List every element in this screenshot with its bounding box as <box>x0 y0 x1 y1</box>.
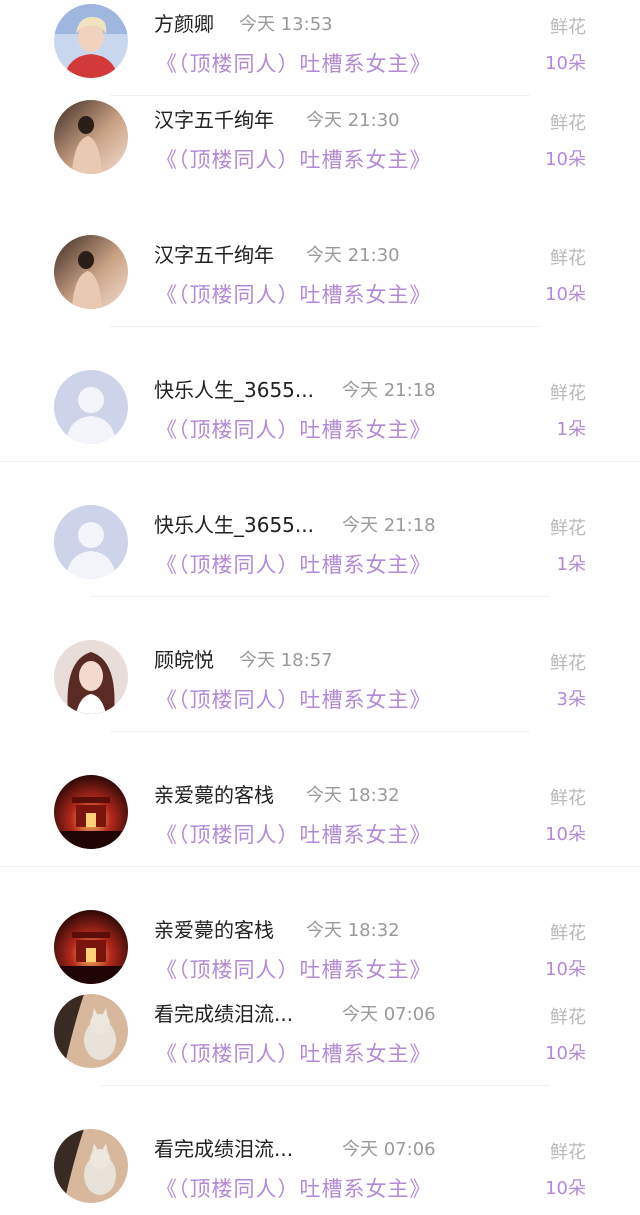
gift-time: 今天 18:32 <box>306 920 400 941</box>
gift-count: 10朵 <box>545 1178 586 1199</box>
gift-time: 今天 21:30 <box>306 110 400 131</box>
book-title-link[interactable]: 《（顶楼同人）吐槽系女主》 <box>156 684 432 714</box>
row-divider <box>100 1085 550 1086</box>
red-palace-avatar[interactable] <box>54 775 128 849</box>
gift-record-row[interactable]: 汉字五千绚年 今天 21:30 《（顶楼同人）吐槽系女主》 鲜花 10朵 <box>0 96 640 186</box>
warm-room-figure-avatar[interactable] <box>54 235 128 309</box>
gift-record-row[interactable]: 快乐人生_3655... 今天 21:18 《（顶楼同人）吐槽系女主》 鲜花 1… <box>0 366 640 462</box>
default-person-icon <box>54 370 128 444</box>
gift-record-row[interactable]: 看完成绩泪流... 今天 07:06 《（顶楼同人）吐槽系女主》 鲜花 10朵 <box>0 990 640 1086</box>
avatar-image <box>54 775 128 849</box>
book-title-link[interactable]: 《（顶楼同人）吐槽系女主》 <box>156 1038 432 1068</box>
cat-portrait-avatar[interactable] <box>54 1129 128 1203</box>
gift-time: 今天 13:53 <box>239 14 333 35</box>
user-name[interactable]: 顾皖悦 <box>154 644 214 673</box>
avatar-image <box>54 640 128 714</box>
avatar-image <box>54 100 128 174</box>
gift-type-label: 鲜花 <box>550 923 586 944</box>
gift-count: 1朵 <box>556 554 586 575</box>
gift-type-label: 鲜花 <box>550 383 586 404</box>
row-divider <box>0 866 640 867</box>
gift-type-label: 鲜花 <box>550 248 586 269</box>
avatar-image <box>54 910 128 984</box>
gift-record-row[interactable]: 汉字五千绚年 今天 21:30 《（顶楼同人）吐槽系女主》 鲜花 10朵 <box>0 231 640 327</box>
gift-type-label: 鲜花 <box>550 1142 586 1163</box>
gift-time: 今天 07:06 <box>342 1004 436 1025</box>
gift-time: 今天 18:32 <box>306 785 400 806</box>
gift-time: 今天 21:18 <box>342 515 436 536</box>
user-name[interactable]: 汉字五千绚年 <box>154 104 274 133</box>
avatar-image <box>54 1129 128 1203</box>
row-divider <box>0 461 640 462</box>
default-person-icon <box>54 505 128 579</box>
gift-type-label: 鲜花 <box>550 518 586 539</box>
book-title-link[interactable]: 《（顶楼同人）吐槽系女主》 <box>156 414 432 444</box>
gift-type-label: 鲜花 <box>550 653 586 674</box>
book-title-link[interactable]: 《（顶楼同人）吐槽系女主》 <box>156 1173 432 1203</box>
gift-record-row[interactable]: 看完成绩泪流... 今天 07:06 《（顶楼同人）吐槽系女主》 鲜花 10朵 <box>0 1125 640 1215</box>
gift-count: 3朵 <box>556 689 586 710</box>
book-title-link[interactable]: 《（顶楼同人）吐槽系女主》 <box>156 279 432 309</box>
book-title-link[interactable]: 《（顶楼同人）吐槽系女主》 <box>156 819 432 849</box>
gift-time: 今天 21:30 <box>306 245 400 266</box>
user-name[interactable]: 快乐人生_3655... <box>154 374 314 403</box>
gift-record-row[interactable]: 顾皖悦 今天 18:57 《（顶楼同人）吐槽系女主》 鲜花 3朵 <box>0 636 640 732</box>
gift-record-row[interactable]: 快乐人生_3655... 今天 21:18 《（顶楼同人）吐槽系女主》 鲜花 1… <box>0 501 640 597</box>
red-palace-avatar[interactable] <box>54 910 128 984</box>
gift-count: 10朵 <box>545 1043 586 1064</box>
gift-type-label: 鲜花 <box>550 113 586 134</box>
user-name[interactable]: 亲爱薨的客栈 <box>154 914 274 943</box>
default-user-avatar[interactable] <box>54 370 128 444</box>
row-divider <box>110 731 530 732</box>
gift-type-label: 鲜花 <box>550 17 586 38</box>
gift-count: 10朵 <box>545 959 586 980</box>
gift-time: 今天 21:18 <box>342 380 436 401</box>
user-name[interactable]: 方颜卿 <box>154 8 214 37</box>
avatar-image <box>54 235 128 309</box>
gift-count: 10朵 <box>545 53 586 74</box>
book-title-link[interactable]: 《（顶楼同人）吐槽系女主》 <box>156 48 432 78</box>
gift-type-label: 鲜花 <box>550 788 586 809</box>
gift-count: 10朵 <box>545 824 586 845</box>
avatar-image <box>54 4 128 78</box>
gift-time: 今天 18:57 <box>239 650 333 671</box>
book-title-link[interactable]: 《（顶楼同人）吐槽系女主》 <box>156 549 432 579</box>
gift-record-row[interactable]: 亲爱薨的客栈 今天 18:32 《（顶楼同人）吐槽系女主》 鲜花 10朵 <box>0 906 640 996</box>
blonde-male-avatar[interactable] <box>54 4 128 78</box>
avatar-image <box>54 994 128 1068</box>
user-name[interactable]: 汉字五千绚年 <box>154 239 274 268</box>
gift-record-row[interactable]: 亲爱薨的客栈 今天 18:32 《（顶楼同人）吐槽系女主》 鲜花 10朵 <box>0 771 640 867</box>
girl-portrait-avatar[interactable] <box>54 640 128 714</box>
cat-portrait-avatar[interactable] <box>54 994 128 1068</box>
user-name[interactable]: 看完成绩泪流... <box>154 998 293 1027</box>
row-divider <box>90 596 550 597</box>
book-title-link[interactable]: 《（顶楼同人）吐槽系女主》 <box>156 954 432 984</box>
gift-count: 10朵 <box>545 149 586 170</box>
book-title-link[interactable]: 《（顶楼同人）吐槽系女主》 <box>156 144 432 174</box>
gift-type-label: 鲜花 <box>550 1007 586 1028</box>
gift-count: 1朵 <box>556 419 586 440</box>
user-name[interactable]: 亲爱薨的客栈 <box>154 779 274 808</box>
user-name[interactable]: 快乐人生_3655... <box>154 509 314 538</box>
warm-room-figure-avatar[interactable] <box>54 100 128 174</box>
row-divider <box>110 326 540 327</box>
gift-record-row[interactable]: 方颜卿 今天 13:53 《（顶楼同人）吐槽系女主》 鲜花 10朵 <box>0 0 640 96</box>
default-user-avatar[interactable] <box>54 505 128 579</box>
gift-count: 10朵 <box>545 284 586 305</box>
gift-time: 今天 07:06 <box>342 1139 436 1160</box>
user-name[interactable]: 看完成绩泪流... <box>154 1133 293 1162</box>
